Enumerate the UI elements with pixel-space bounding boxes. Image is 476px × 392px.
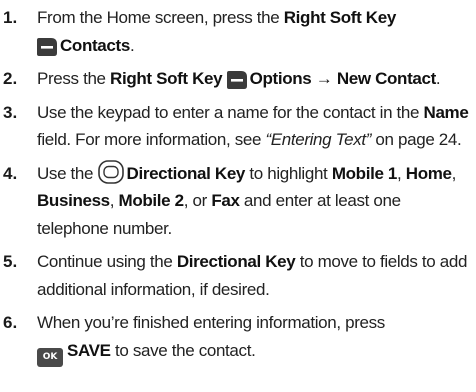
home-label: Home bbox=[405, 163, 452, 183]
instruction-list: 1. From the Home screen, press the Right… bbox=[0, 0, 476, 392]
cross-reference: “Entering Text” bbox=[265, 130, 372, 149]
step-3: 3. Use the keypad to enter a name for th… bbox=[3, 99, 472, 154]
business-label: Business bbox=[37, 191, 110, 210]
step-number: 5. bbox=[3, 252, 18, 271]
step-text: Use the keypad to enter a name for the c… bbox=[37, 102, 469, 150]
step-number: 2. bbox=[3, 69, 18, 88]
step-text: Press the Right Soft Key Options → New C… bbox=[37, 69, 441, 89]
right-soft-key-label: Right Soft Key bbox=[283, 8, 397, 27]
directional-key-icon bbox=[97, 159, 124, 184]
right-soft-key-icon bbox=[226, 71, 247, 89]
name-field-label: Name bbox=[423, 102, 469, 122]
step-text: From the Home screen, press the Right So… bbox=[37, 8, 397, 56]
ok-key-icon: OK bbox=[37, 347, 63, 367]
arrow-right-icon: → bbox=[315, 69, 333, 88]
directional-key-label: Directional Key bbox=[126, 163, 246, 183]
mobile-1-label: Mobile 1 bbox=[331, 163, 398, 183]
step-text: Continue using the Directional Key to mo… bbox=[37, 252, 468, 299]
step-text: Use the Directional Key to highlight Mob… bbox=[37, 159, 472, 243]
right-soft-key-icon bbox=[37, 37, 57, 56]
step-2: 2. Press the Right Soft Key Options → Ne… bbox=[3, 65, 472, 93]
fax-label: Fax bbox=[211, 191, 240, 210]
directional-key-label: Directional Key bbox=[176, 252, 296, 271]
step-number: 4. bbox=[3, 163, 18, 183]
new-contact-label: New Contact bbox=[336, 69, 436, 88]
options-label: Options bbox=[249, 69, 312, 88]
save-label: SAVE bbox=[67, 340, 111, 360]
step-1: 1. From the Home screen, press the Right… bbox=[3, 4, 472, 59]
step-text: When you’re finished entering informatio… bbox=[37, 309, 472, 367]
contacts-label: Contacts bbox=[60, 35, 130, 55]
step-5: 5. Continue using the Directional Key to… bbox=[3, 248, 472, 303]
mobile-2-label: Mobile 2 bbox=[118, 191, 185, 210]
step-number: 6. bbox=[3, 313, 18, 332]
right-soft-key-label: Right Soft Key bbox=[110, 69, 223, 88]
step-4: 4. Use the Directional Key to highlight … bbox=[3, 159, 472, 243]
step-number: 1. bbox=[3, 8, 18, 27]
step-number: 3. bbox=[3, 102, 18, 122]
step-6: 6. When you’re finished entering informa… bbox=[3, 309, 472, 367]
